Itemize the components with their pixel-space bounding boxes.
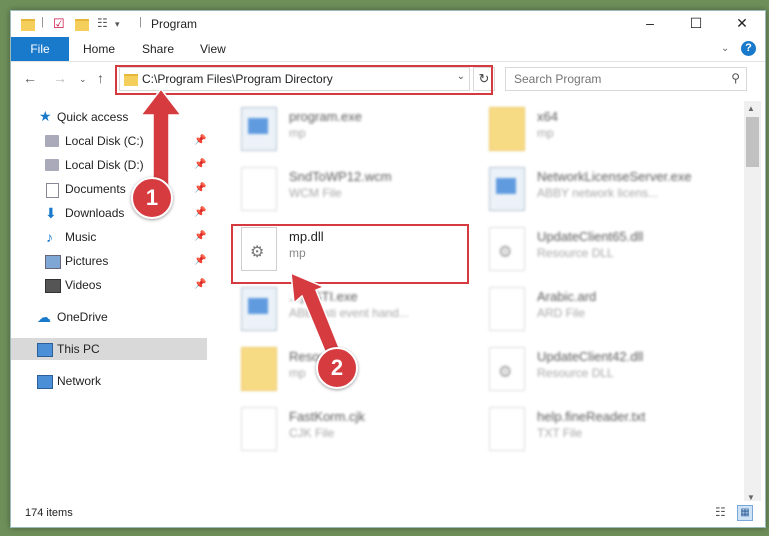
callout-badge-2: 2 [316,347,358,389]
explorer-window: | ☑ ☷ ▾ | Program – ☐ ✕ File Home Share … [10,10,766,528]
callout-badge-1: 1 [131,177,173,219]
callout-arrows [139,87,345,368]
